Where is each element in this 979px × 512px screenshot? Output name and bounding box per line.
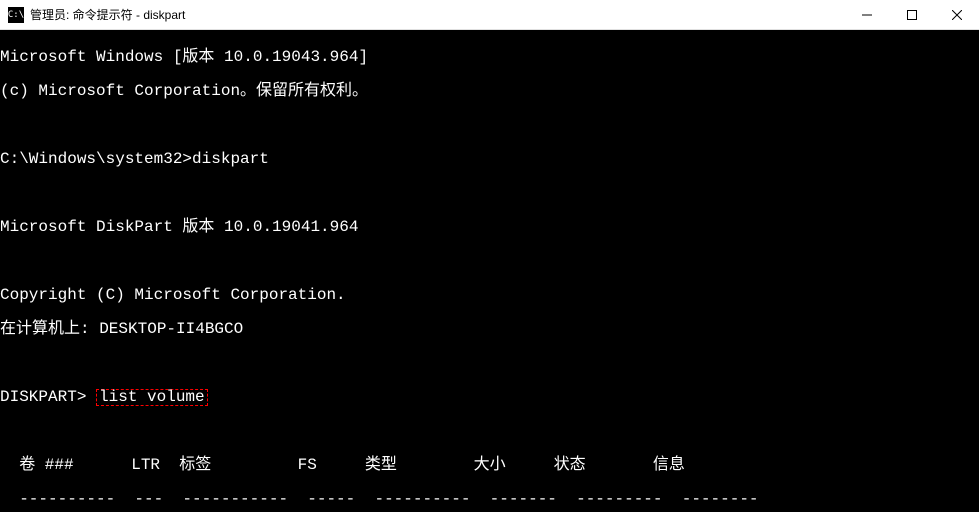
titlebar[interactable]: C:\ 管理员: 命令提示符 - diskpart <box>0 0 979 30</box>
maximize-button[interactable] <box>889 0 934 30</box>
output-line: (c) Microsoft Corporation。保留所有权利。 <box>0 83 979 100</box>
minimize-button[interactable] <box>844 0 889 30</box>
cmd-icon: C:\ <box>8 7 24 23</box>
window: C:\ 管理员: 命令提示符 - diskpart Microsoft Wind… <box>0 0 979 512</box>
table-header: 卷 ### LTR 标签 FS 类型 大小 状态 信息 <box>0 457 979 474</box>
output-line: 在计算机上: DESKTOP-II4BGCO <box>0 321 979 338</box>
diskpart-prompt: DISKPART> list volume <box>0 389 979 406</box>
prompt-line: C:\Windows\system32>diskpart <box>0 151 979 168</box>
output-line: Copyright (C) Microsoft Corporation. <box>0 287 979 304</box>
output-line: Microsoft Windows [版本 10.0.19043.964] <box>0 49 979 66</box>
close-button[interactable] <box>934 0 979 30</box>
output-line: Microsoft DiskPart 版本 10.0.19041.964 <box>0 219 979 236</box>
terminal[interactable]: Microsoft Windows [版本 10.0.19043.964] (c… <box>0 30 979 512</box>
highlighted-command: list volume <box>96 389 208 406</box>
window-title: 管理员: 命令提示符 - diskpart <box>30 6 185 23</box>
table-divider: ---------- --- ----------- ----- -------… <box>0 491 979 508</box>
